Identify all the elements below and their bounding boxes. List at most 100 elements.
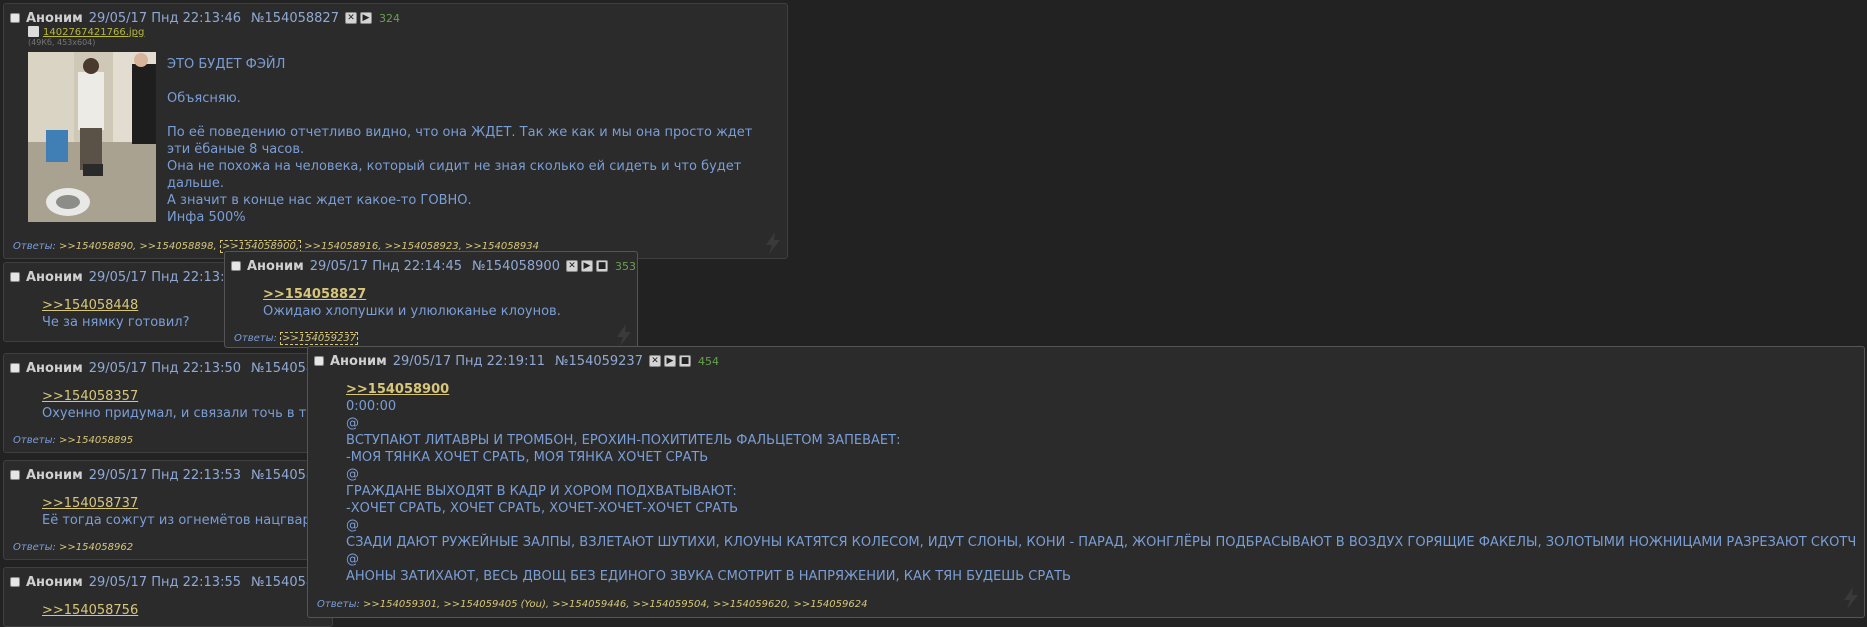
quote-link[interactable]: >>154058827: [263, 287, 366, 302]
poster-name: Аноним: [26, 574, 83, 590]
select-checkbox[interactable]: [10, 470, 20, 480]
post-image-thumbnail[interactable]: [28, 52, 156, 222]
post-header: Аноним 29/05/17 Пнд 22:13:55 №15405883: [10, 574, 332, 590]
poster-name: Аноним: [330, 353, 387, 369]
post-date: 29/05/17 Пнд 22:13:53: [88, 467, 242, 483]
post-reply-5: Аноним 29/05/17 Пнд 22:13:55 №15405883 >…: [3, 567, 333, 627]
post-date: 29/05/17 Пнд 22:13:49: [88, 269, 242, 285]
post-date: 29/05/17 Пнд 22:14:45: [309, 258, 463, 274]
reply-link-highlighted[interactable]: >>154059237: [280, 332, 359, 345]
hide-icon[interactable]: ✕: [565, 260, 578, 272]
message-line: Инфа 500%: [167, 210, 246, 225]
reply-link[interactable]: >>154058962: [59, 542, 133, 553]
search-icon[interactable]: [28, 26, 39, 37]
quote-link[interactable]: >>154058357: [42, 389, 138, 404]
replies-label: Ответы:: [234, 333, 277, 344]
post-date: 29/05/17 Пнд 22:19:11: [392, 353, 546, 369]
post-header: Аноним 29/05/17 Пнд 22:13:46 №154058827 …: [10, 10, 400, 26]
post-message: ЭТО БУДЕТ ФЭЙЛ Объясняю. По её поведению…: [167, 56, 752, 226]
post-message: >>154058827 Ожидаю хлопушки и улюлюканье…: [263, 286, 561, 320]
lightning-icon[interactable]: [615, 324, 633, 346]
replies-label: Ответы:: [317, 599, 360, 610]
select-checkbox[interactable]: [231, 261, 241, 271]
reply-link[interactable]: >>154059301,: [363, 599, 440, 610]
play-icon[interactable]: ▶: [580, 260, 593, 272]
quote-link[interactable]: >>154058900: [346, 382, 449, 397]
replies-list: Ответы: >>154058962: [13, 542, 133, 553]
file-name-link[interactable]: 1402767421766.jpg: [43, 27, 144, 38]
replies-list: Ответы: >>154058895: [13, 435, 133, 446]
stop-icon[interactable]: ■: [595, 260, 608, 272]
message-line: Ожидаю хлопушки и улюлюканье клоунов.: [263, 304, 561, 319]
reply-link[interactable]: >>154059446,: [552, 599, 629, 610]
lightning-icon[interactable]: [764, 232, 782, 254]
post-reply-3: Аноним 29/05/17 Пнд 22:13:50 №15405883 >…: [3, 353, 333, 453]
message-line: Она не похожа на человека, который сидит…: [167, 159, 742, 174]
message-line: А значит в конце нас ждет какое-то ГОВНО…: [167, 193, 472, 208]
post-date: 29/05/17 Пнд 22:13:46: [88, 10, 242, 26]
reply-count: 353: [614, 259, 636, 273]
message-line: [167, 107, 752, 124]
post-preview-154059237: Аноним 29/05/17 Пнд 22:19:11 №154059237 …: [307, 346, 1865, 618]
poster-name: Аноним: [26, 10, 83, 26]
reply-link[interactable]: >>154059405 (You),: [443, 599, 549, 610]
stop-icon[interactable]: ■: [678, 355, 691, 367]
poster-name: Аноним: [26, 269, 83, 285]
post-header: Аноним 29/05/17 Пнд 22:13:53 №15405883: [10, 467, 332, 483]
poster-name: Аноним: [26, 467, 83, 483]
reply-link[interactable]: >>154058898,: [139, 241, 216, 252]
reply-link[interactable]: >>154059504,: [633, 599, 710, 610]
hide-icon[interactable]: ✕: [344, 12, 357, 24]
play-icon[interactable]: ▶: [663, 355, 676, 367]
reply-count: 324: [378, 11, 400, 25]
post-message: >>154058448 Че за нямку готовил?: [42, 297, 190, 331]
message-line: @: [346, 467, 359, 482]
reply-link[interactable]: >>154058890,: [59, 241, 136, 252]
replies-label: Ответы:: [13, 241, 56, 252]
post-header: Аноним 29/05/17 Пнд 22:14:45 №154058900 …: [231, 258, 636, 274]
post-date: 29/05/17 Пнд 22:13:55: [88, 574, 242, 590]
reply-link[interactable]: >>154059624: [793, 599, 867, 610]
post-message: >>154058357 Охуенно придумал, и связали …: [42, 388, 314, 422]
file-meta: (49Кб, 453x604): [28, 38, 96, 47]
select-checkbox[interactable]: [314, 356, 324, 366]
message-line: Че за нямку готовил?: [42, 315, 190, 330]
file-info: 1402767421766.jpg: [28, 26, 144, 38]
hide-icon[interactable]: ✕: [648, 355, 661, 367]
message-line: Её тогда сожгут из огнемётов нацгвард: [42, 513, 320, 528]
replies-label: Ответы:: [13, 435, 56, 446]
post-number[interactable]: №154058827: [251, 11, 339, 26]
lightning-icon[interactable]: [1842, 587, 1860, 609]
post-message: >>154058737 Её тогда сожгут из огнемётов…: [42, 495, 320, 529]
message-line: По её поведению отчетливо видно, что она…: [167, 125, 753, 140]
post-number[interactable]: №154059237: [555, 354, 643, 369]
select-checkbox[interactable]: [10, 577, 20, 587]
post-number[interactable]: №154058900: [472, 259, 560, 274]
message-line: @: [346, 518, 359, 533]
reply-count: 454: [697, 354, 719, 368]
message-line: Объясняю.: [167, 91, 241, 106]
quote-link[interactable]: >>154058737: [42, 496, 138, 511]
select-checkbox[interactable]: [10, 13, 20, 23]
reply-link[interactable]: >>154059620,: [713, 599, 790, 610]
quote-link[interactable]: >>154058448: [42, 298, 138, 313]
message-line: дальше.: [167, 176, 224, 191]
post-header: Аноним 29/05/17 Пнд 22:19:11 №154059237 …: [314, 353, 719, 369]
message-line: ВСТУПАЮТ ЛИТАВРЫ И ТРОМБОН, ЕРОХИН-ПОХИТ…: [346, 433, 901, 448]
message-line: @: [346, 552, 359, 567]
select-checkbox[interactable]: [10, 363, 20, 373]
post-header: Аноним 29/05/17 Пнд 22:13:49: [10, 269, 251, 285]
replies-label: Ответы:: [13, 542, 56, 553]
select-checkbox[interactable]: [10, 272, 20, 282]
play-icon[interactable]: ▶: [359, 12, 372, 24]
post-header: Аноним 29/05/17 Пнд 22:13:50 №15405883: [10, 360, 332, 376]
message-line: ЭТО БУДЕТ ФЭЙЛ: [167, 57, 286, 72]
replies-list: Ответы: >>154059237: [234, 332, 359, 345]
post-date: 29/05/17 Пнд 22:13:50: [88, 360, 242, 376]
reply-link[interactable]: >>154058895: [59, 435, 133, 446]
replies-list: Ответы: >>154059301, >>154059405 (You), …: [317, 599, 867, 610]
quote-link[interactable]: >>154058756: [42, 603, 138, 618]
poster-name: Аноним: [26, 360, 83, 376]
message-line: 0:00:00: [346, 399, 397, 414]
post-154058827: Аноним 29/05/17 Пнд 22:13:46 №154058827 …: [3, 3, 788, 259]
